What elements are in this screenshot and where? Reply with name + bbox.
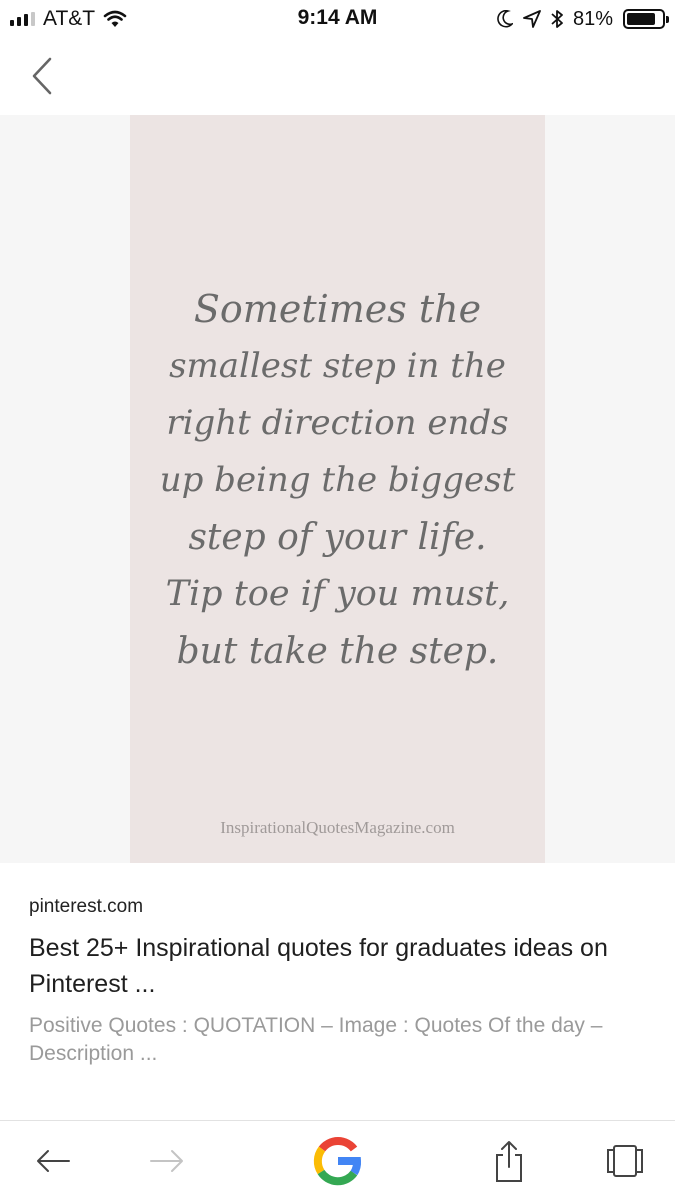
quote-line: step of your life. [188, 517, 487, 558]
image-preview[interactable]: Sometimes the smallest step in the right… [0, 115, 675, 863]
forward-arrow-icon [150, 1150, 183, 1172]
result-description: Positive Quotes : QUOTATION – Image : Qu… [29, 1014, 603, 1065]
battery-fill [627, 13, 655, 25]
quote-image: Sometimes the smallest step in the right… [130, 115, 545, 863]
result-title-link[interactable]: Best 25+ Inspirational quotes for gradua… [29, 930, 649, 1002]
image-watermark: InspirationalQuotesMagazine.com [220, 818, 455, 837]
bluetooth-icon [551, 10, 563, 28]
quote-line: Sometimes the [193, 287, 482, 331]
toolbar-back-button[interactable] [28, 1131, 78, 1191]
quote-line: smallest step in the [169, 346, 506, 386]
toolbar-google-button[interactable] [305, 1131, 369, 1191]
moon-icon [497, 10, 513, 28]
quote-line: but take the step. [176, 631, 499, 672]
google-logo-icon [313, 1137, 362, 1186]
back-arrow-icon [37, 1150, 70, 1172]
quote-line: up being the biggest [159, 460, 516, 500]
status-bar-right: 81% [497, 6, 669, 32]
toolbar-forward-button[interactable] [142, 1131, 192, 1191]
toolbar-tabs-button[interactable] [598, 1131, 652, 1191]
share-icon [496, 1141, 522, 1182]
battery-icon [623, 9, 669, 29]
chevron-left-icon [32, 57, 52, 95]
status-bar: AT&T 9:14 AM 81% [0, 0, 675, 40]
bottom-toolbar [0, 1120, 675, 1201]
toolbar-share-button[interactable] [484, 1131, 534, 1191]
location-arrow-icon [523, 10, 541, 28]
quote-line: right direction ends [166, 403, 509, 443]
quote-text: Sometimes the smallest step in the right… [130, 281, 545, 680]
quote-line: Tip toe if you must, [165, 574, 510, 614]
result-domain[interactable]: pinterest.com [29, 896, 143, 918]
back-button[interactable] [26, 55, 60, 97]
battery-percent: 81% [572, 7, 613, 30]
tabs-icon [607, 1145, 643, 1177]
